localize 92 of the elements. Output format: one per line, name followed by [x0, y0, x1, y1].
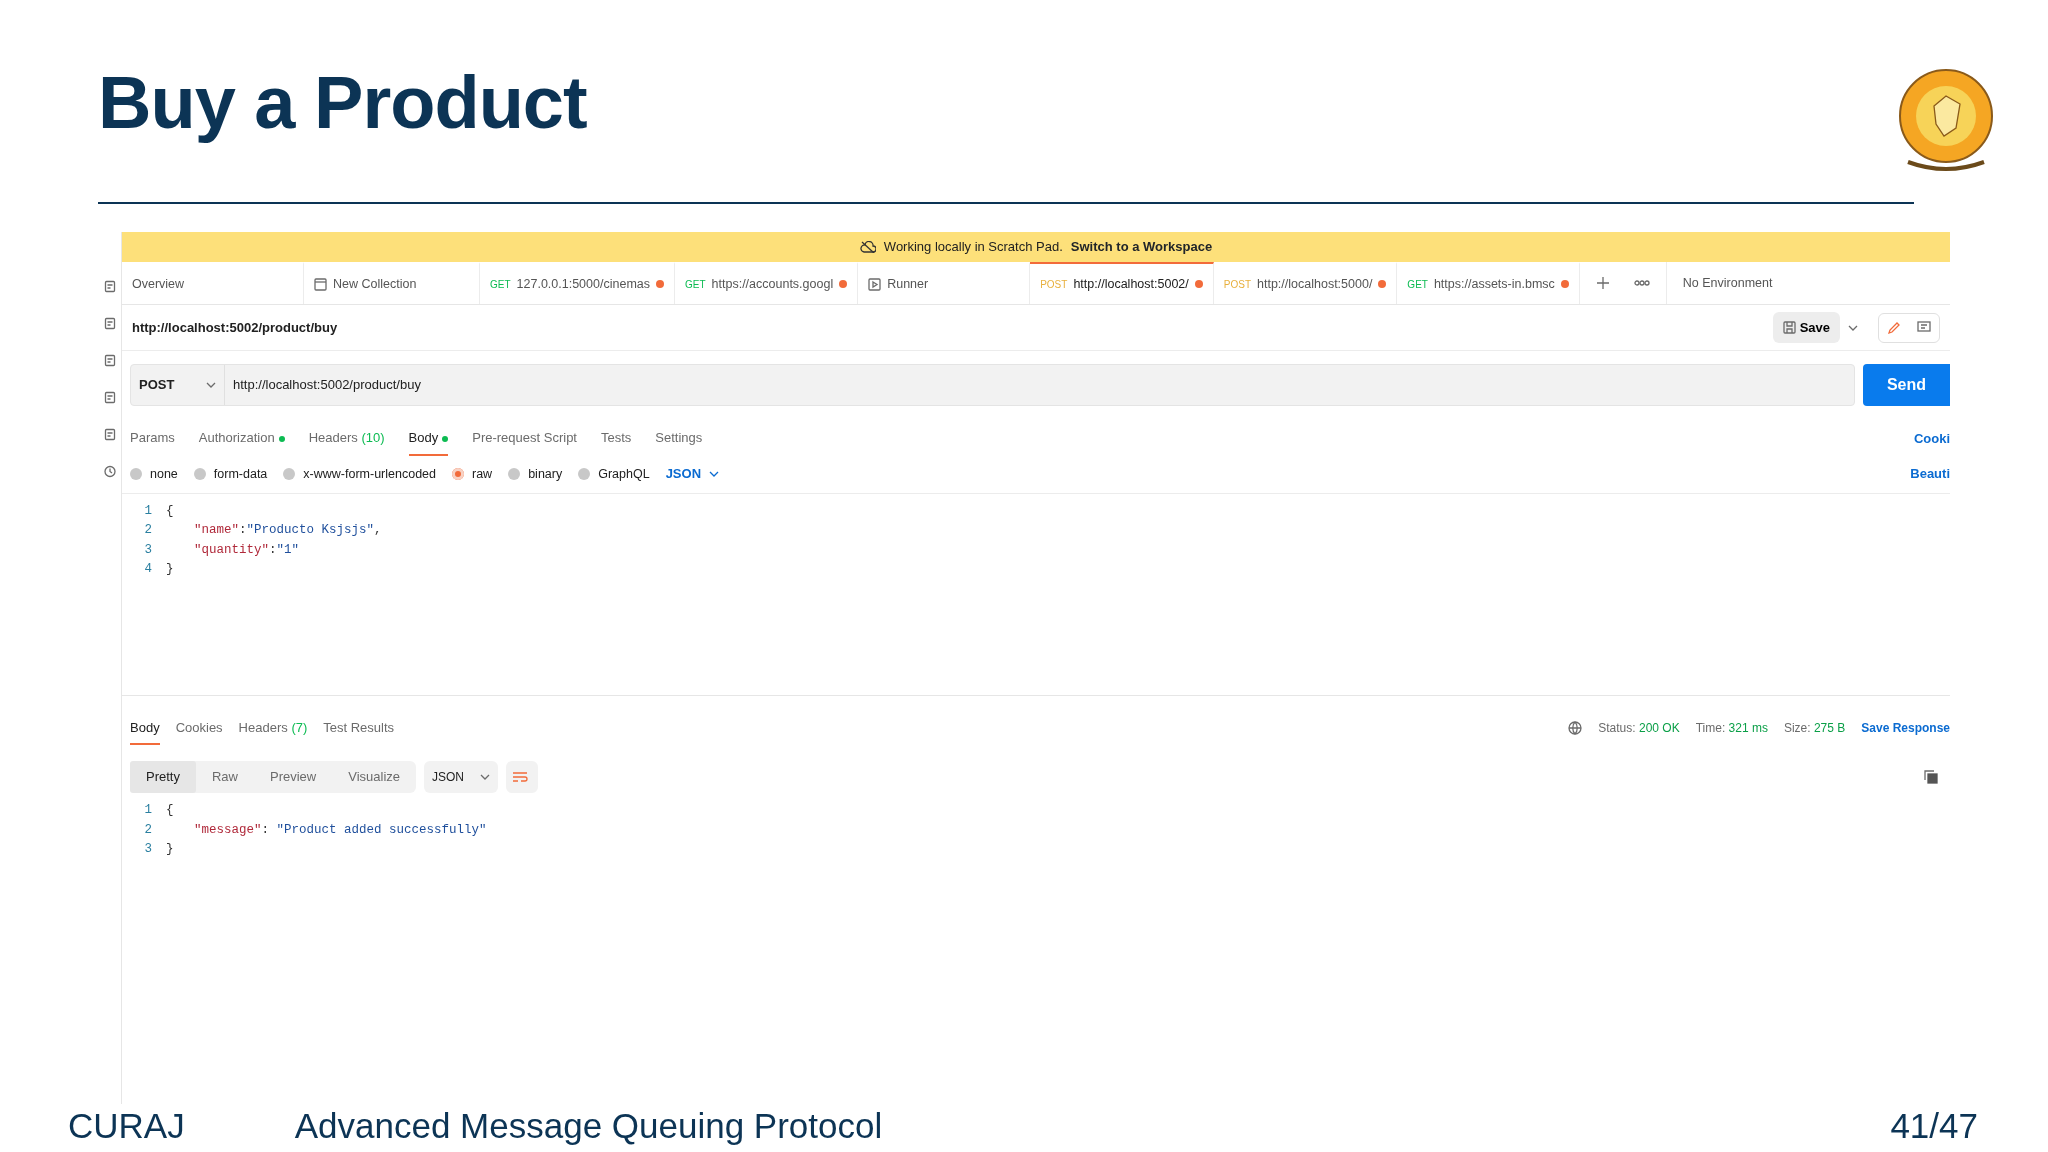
chevron-down-icon	[709, 471, 720, 477]
code-line: }	[166, 561, 174, 578]
footer-label: CURAJ	[68, 1104, 185, 1147]
response-stat: Status: 200 OK	[1598, 720, 1680, 738]
chevron-down-icon[interactable]	[1848, 324, 1858, 331]
save-response-link[interactable]: Save Response	[1861, 719, 1950, 738]
chevron-down-icon	[206, 382, 216, 388]
response-tab[interactable]: Cookies	[175, 711, 223, 745]
request-tab[interactable]: POST http://localhost:5002/	[1030, 262, 1214, 304]
wrap-icon	[512, 771, 529, 783]
globe-icon	[1568, 721, 1583, 736]
more-icon[interactable]	[1633, 280, 1650, 286]
code-line: "quantity":"1"	[193, 541, 300, 559]
cookies-link[interactable]: Cooki	[1913, 429, 1950, 449]
method-label: POST	[1040, 277, 1068, 292]
request-tab[interactable]: Runner	[858, 262, 1031, 304]
request-option-tab[interactable]: Headers (10)	[308, 422, 385, 456]
tab-label: https://assets-in.bmsc	[1433, 275, 1555, 293]
request-tab[interactable]: GET https://assets-in.bmsc	[1397, 262, 1580, 304]
body-type-radio[interactable]: none	[130, 464, 178, 484]
body-type-radio[interactable]: GraphQL	[578, 464, 650, 484]
view-mode-button[interactable]: Pretty	[130, 761, 196, 793]
code-line: "name":"Producto Ksjsjs",	[193, 522, 382, 539]
request-option-tab[interactable]: Settings	[655, 422, 703, 456]
body-type-radio[interactable]: form-data	[193, 464, 268, 484]
code-line: {	[166, 502, 174, 520]
view-mode-button[interactable]: Preview	[254, 761, 333, 793]
send-button[interactable]: Send	[1862, 364, 1950, 406]
save-button[interactable]: Save	[1772, 311, 1840, 344]
tab-label: http://localhost:5000/	[1257, 275, 1373, 293]
response-tab[interactable]: Body	[130, 711, 160, 745]
body-type-radio[interactable]: x-www-form-urlencoded	[283, 464, 436, 484]
environment-selector[interactable]: No Environment	[1666, 262, 1950, 304]
collection-icon	[314, 277, 327, 291]
url-field[interactable]: http://localhost:5002/product/buy	[225, 375, 429, 395]
response-format-select[interactable]: JSON	[424, 761, 499, 793]
page-number: 41/47	[1890, 1104, 1978, 1147]
tab-label: Runner	[887, 275, 930, 293]
request-option-tab[interactable]: Tests	[601, 422, 632, 456]
request-option-tab[interactable]: Body	[408, 422, 449, 456]
method-label: GET	[1407, 277, 1428, 292]
line-number: 1	[143, 502, 153, 520]
tab-label: Overview	[132, 275, 186, 293]
cloud-off-icon	[859, 241, 876, 253]
request-tab[interactable]: GET https://accounts.googl	[675, 262, 859, 304]
method-select[interactable]: POST	[131, 365, 225, 405]
copy-icon[interactable]	[1924, 770, 1938, 784]
document-icon[interactable]	[103, 280, 116, 293]
history-icon[interactable]	[103, 465, 116, 478]
comment-icon[interactable]	[1917, 321, 1931, 334]
body-type-radio[interactable]: binary	[508, 464, 563, 484]
response-stat: Time: 321 ms	[1695, 720, 1768, 738]
request-name: http://localhost:5002/product/buy	[132, 318, 339, 337]
response-tab[interactable]: Headers (7)	[238, 711, 308, 745]
banner-text: Working locally in Scratch Pad.	[883, 238, 1063, 257]
request-tab[interactable]: POST http://localhost:5000/	[1213, 262, 1398, 304]
line-number: 4	[143, 561, 153, 578]
beautify-link[interactable]: Beauti	[1910, 464, 1950, 484]
request-option-tab[interactable]: Pre-request Script	[472, 422, 577, 456]
line-number: 2	[143, 821, 153, 839]
method-label: GET	[490, 277, 511, 292]
tab-label: http://localhost:5002/	[1073, 275, 1189, 293]
tab-label: https://accounts.googl	[711, 275, 834, 293]
tab-label: 127.0.0.1:5000/cinemas	[516, 275, 650, 293]
workspace-link[interactable]: Switch to a Workspace	[1070, 237, 1213, 257]
request-option-tab[interactable]: Authorization	[198, 422, 285, 456]
method-label: POST	[1223, 277, 1251, 292]
request-option-tab[interactable]: Params	[130, 422, 175, 456]
save-icon	[1782, 321, 1796, 334]
line-number: 1	[143, 802, 153, 819]
code-line: }	[166, 841, 174, 858]
format-select[interactable]: JSON	[665, 464, 720, 484]
response-stat: Size: 275 B	[1783, 720, 1846, 738]
plus-icon[interactable]	[1595, 276, 1610, 290]
request-tab[interactable]: GET 127.0.0.1:5000/cinemas	[480, 262, 675, 304]
line-number: 3	[143, 841, 153, 858]
request-tab[interactable]: New Collection	[304, 262, 480, 304]
response-tab[interactable]: Test Results	[323, 711, 395, 745]
pencil-icon[interactable]	[1887, 320, 1901, 335]
line-number: 2	[143, 522, 153, 539]
play-icon	[868, 277, 882, 291]
request-tab[interactable]: Overview	[122, 262, 304, 304]
line-number: 3	[143, 541, 153, 559]
view-mode-button[interactable]: Visualize	[332, 761, 417, 793]
code-line: "message": "Product added successfully"	[193, 821, 487, 839]
code-line: {	[166, 802, 174, 819]
view-mode-button[interactable]: Raw	[195, 761, 254, 793]
presentation-title: Advanced Message Queuing Protocol	[294, 1104, 883, 1147]
method-label: GET	[685, 277, 706, 292]
body-type-radio[interactable]: raw	[452, 464, 493, 484]
tab-label: New Collection	[333, 275, 418, 293]
chevron-down-icon	[480, 774, 491, 780]
